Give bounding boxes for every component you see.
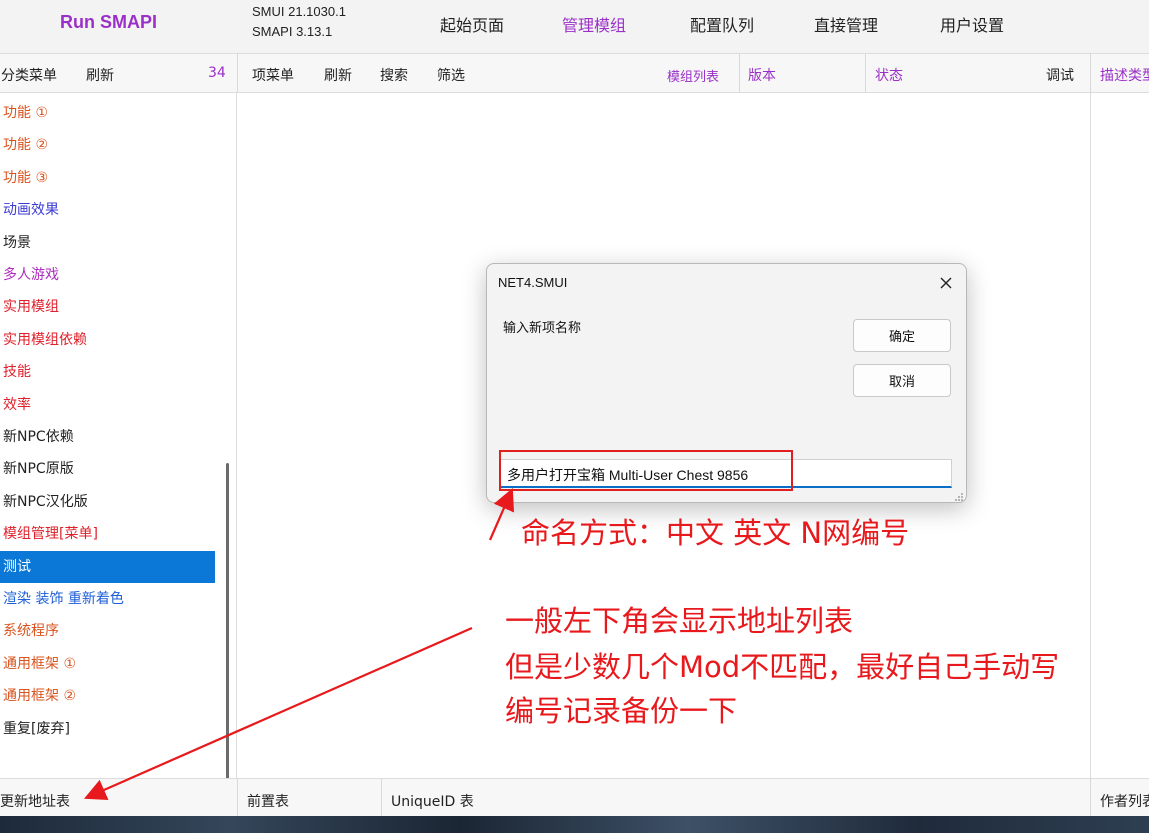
ok-button[interactable]: 确定 bbox=[853, 319, 951, 352]
footer-bar: 更新地址表 前置表 UniqueID 表 作者列表 bbox=[0, 778, 1149, 817]
sidebar-category-item[interactable]: 功能 ① bbox=[0, 97, 215, 129]
toolbar: 分类菜单 刷新 34 项菜单 刷新 搜索 筛选 模组列表 版本 状态 调试 描述… bbox=[0, 54, 1149, 93]
smui-version: SMUI 21.1030.1 bbox=[252, 4, 346, 19]
dialog-title: NET4.SMUI bbox=[498, 275, 568, 290]
sidebar-category-item[interactable]: 系统程序 bbox=[0, 615, 215, 647]
uniqueid-table-button[interactable]: UniqueID 表 bbox=[391, 791, 474, 811]
input-highlight-box bbox=[499, 450, 793, 491]
tab-config-queue[interactable]: 配置队列 bbox=[690, 12, 754, 36]
resize-grip-icon[interactable] bbox=[954, 490, 964, 501]
divider bbox=[237, 779, 238, 817]
sidebar-category-item[interactable]: 效率 bbox=[0, 389, 215, 421]
sidebar-category-item[interactable]: 通用框架 ① bbox=[0, 648, 215, 680]
app-header: Run SMAPI SMUI 21.1030.1 SMAPI 3.13.1 起始… bbox=[0, 0, 1149, 54]
tab-manage-mods[interactable]: 管理模组 bbox=[562, 12, 626, 36]
sidebar-category-item[interactable]: 功能 ② bbox=[0, 129, 215, 161]
sidebar-category-item[interactable]: 渲染 装饰 重新着色 bbox=[0, 583, 215, 615]
sidebar-category-item[interactable]: 新NPC原版 bbox=[0, 453, 215, 485]
address-note-line-2: 但是少数几个Mod不匹配，最好自己手动写 bbox=[505, 650, 1060, 684]
tab-direct-manage[interactable]: 直接管理 bbox=[814, 12, 878, 36]
sidebar-category-item[interactable]: 新NPC依赖 bbox=[0, 421, 215, 453]
column-version[interactable]: 版本 bbox=[748, 65, 776, 85]
column-description-type[interactable]: 描述类型 bbox=[1100, 65, 1149, 85]
sidebar-category-item[interactable]: 技能 bbox=[0, 356, 215, 388]
sidebar-category-item[interactable]: 功能 ③ bbox=[0, 162, 215, 194]
divider bbox=[865, 54, 866, 93]
app-title[interactable]: Run SMAPI bbox=[60, 12, 157, 33]
naming-note: 命名方式：中文 英文 N网编号 bbox=[521, 516, 910, 550]
close-icon[interactable] bbox=[937, 274, 955, 292]
sidebar-category-item[interactable]: 新NPC汉化版 bbox=[0, 486, 215, 518]
divider bbox=[237, 54, 238, 93]
address-note-line-1: 一般左下角会显示地址列表 bbox=[505, 604, 854, 638]
sidebar-category-item[interactable]: 通用框架 ② bbox=[0, 680, 215, 712]
filter-button[interactable]: 筛选 bbox=[437, 65, 465, 85]
search-button[interactable]: 搜索 bbox=[380, 65, 408, 85]
column-debug[interactable]: 调试 bbox=[1046, 65, 1074, 85]
dialog-prompt: 输入新项名称 bbox=[503, 321, 582, 336]
refresh-categories-button[interactable]: 刷新 bbox=[86, 65, 114, 85]
prereq-table-button[interactable]: 前置表 bbox=[247, 791, 289, 811]
divider bbox=[739, 54, 740, 93]
cancel-button[interactable]: 取消 bbox=[853, 364, 951, 397]
category-sidebar: 功能 ① 功能 ② 功能 ③ 动画效果 场景 多人游戏 实用模组 实用模组依赖 技能 效率 新NPC… bbox=[0, 93, 237, 833]
tab-start-page[interactable]: 起始页面 bbox=[440, 12, 504, 36]
desktop-background bbox=[0, 816, 1149, 833]
category-menu-button[interactable]: 分类菜单 bbox=[1, 65, 57, 85]
description-panel bbox=[1090, 93, 1149, 778]
divider bbox=[381, 779, 382, 817]
tab-user-settings[interactable]: 用户设置 bbox=[940, 12, 1004, 36]
update-address-table-button[interactable]: 更新地址表 bbox=[0, 791, 70, 811]
sidebar-category-item[interactable]: 多人游戏 bbox=[0, 259, 215, 291]
divider bbox=[1090, 54, 1091, 93]
sidebar-category-item[interactable]: 模组管理[菜单] bbox=[0, 518, 215, 550]
sidebar-category-item[interactable]: 动画效果 bbox=[0, 194, 215, 226]
mod-list-header[interactable]: 模组列表 bbox=[667, 66, 719, 85]
address-note-line-3: 编号记录备份一下 bbox=[505, 694, 738, 728]
sidebar-category-item[interactable]: 重复[废弃] bbox=[0, 713, 215, 745]
refresh-button[interactable]: 刷新 bbox=[324, 65, 352, 85]
sidebar-category-item[interactable]: 场景 bbox=[0, 227, 215, 259]
sidebar-category-item[interactable]: 测试 bbox=[0, 550, 215, 583]
column-status[interactable]: 状态 bbox=[875, 65, 903, 85]
smapi-version: SMAPI 3.13.1 bbox=[252, 24, 333, 39]
category-count: 34 bbox=[208, 65, 226, 81]
author-list-button[interactable]: 作者列表 bbox=[1100, 791, 1149, 811]
item-menu-button[interactable]: 项菜单 bbox=[252, 65, 294, 85]
sidebar-category-item[interactable]: 实用模组 bbox=[0, 291, 215, 323]
sidebar-category-item[interactable]: 实用模组依赖 bbox=[0, 324, 215, 356]
divider bbox=[1090, 779, 1091, 817]
